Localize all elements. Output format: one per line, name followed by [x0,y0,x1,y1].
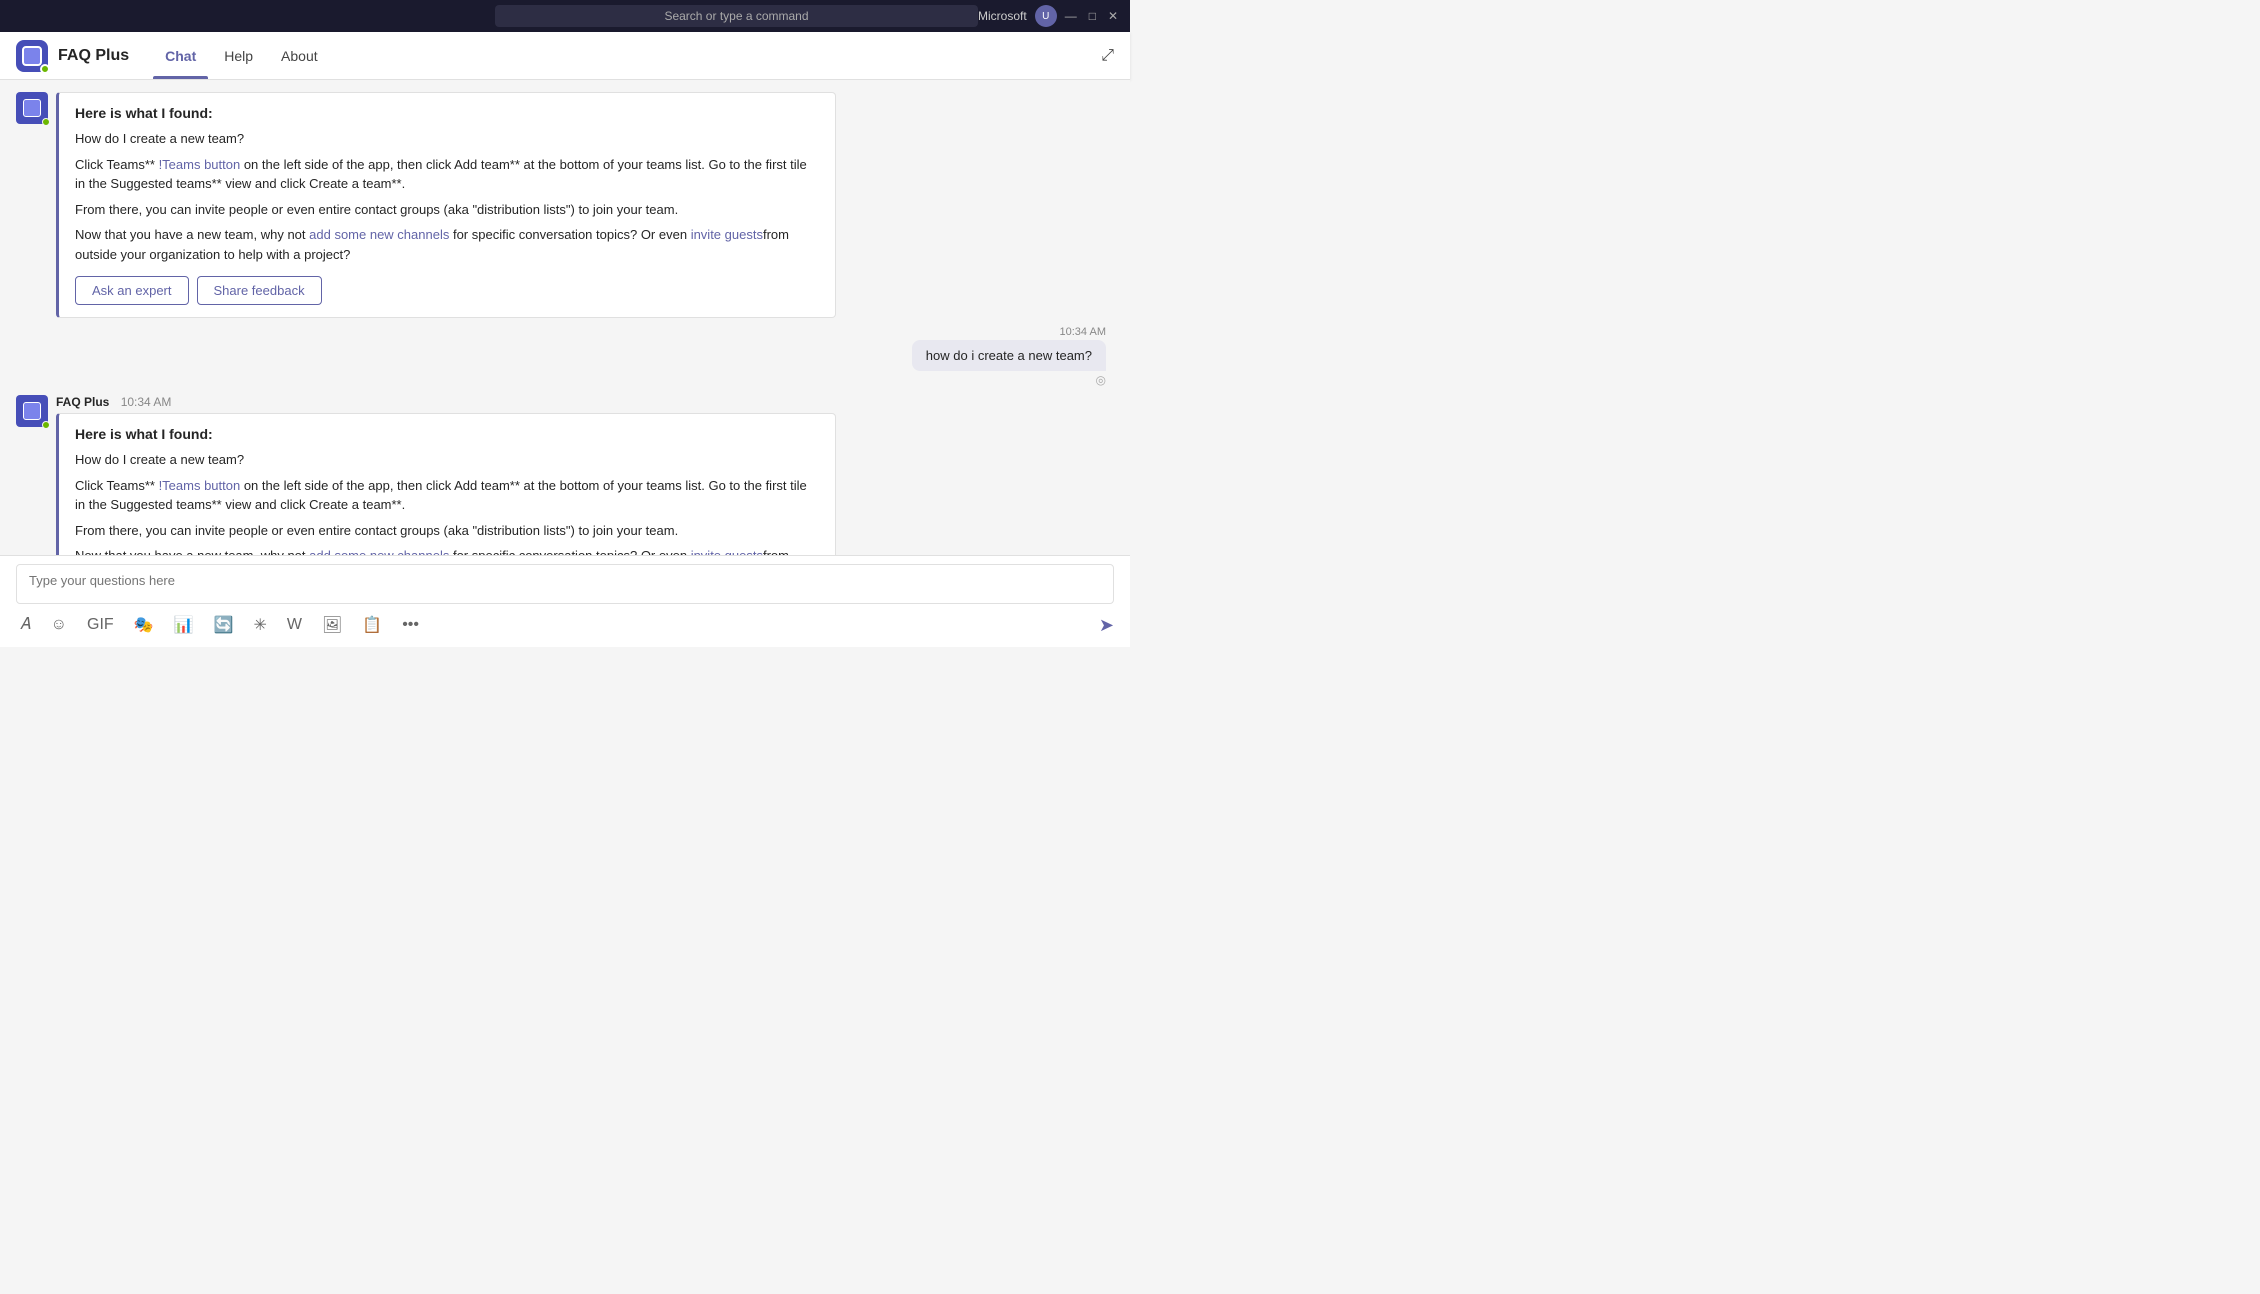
bot-avatar-inner-2 [23,402,41,420]
user-message-group: 10:34 AM how do i create a new team? ◎ [16,326,1114,387]
bot-name-label: FAQ Plus [56,395,109,409]
emoji-button[interactable]: ☺ [47,612,71,638]
message-heading-2: Here is what I found: [75,426,819,442]
app-header: FAQ Plus Chat Help About ⤢ [0,32,1130,80]
message-input[interactable] [16,564,1114,604]
ask-expert-button-1[interactable]: Ask an expert [75,276,189,305]
bot-online-dot-2 [42,421,50,429]
bot-avatar-1 [16,92,48,124]
message-actions-1: Ask an expert Share feedback [75,276,819,305]
chat-area: Here is what I found: How do I create a … [0,80,1130,647]
minimize-button[interactable]: — [1065,9,1077,23]
maximize-button[interactable]: □ [1089,9,1096,23]
message-body-2a: Click Teams** !Teams button on the left … [75,476,819,515]
gif-button[interactable]: GIF [83,612,118,638]
add-channels-link-1[interactable]: add some new channels [309,227,449,242]
message-body-1a: Click Teams** !Teams button on the left … [75,155,819,194]
message-heading-1: Here is what I found: [75,105,819,121]
share-feedback-button-1[interactable]: Share feedback [197,276,322,305]
user-bubble: how do i create a new team? [912,340,1106,371]
message-body-1b: From there, you can invite people or eve… [75,200,819,220]
schedule-button[interactable]: 📋 [358,611,386,639]
message-question-2: How do I create a new team? [75,450,819,470]
sticker-button[interactable]: 🎭 [130,611,158,639]
format-text-button[interactable]: 𝐴 [16,612,35,638]
window-controls[interactable]: — □ ✕ [1065,9,1118,23]
titlebar-right: Microsoft U — □ ✕ [978,5,1118,27]
invite-guests-link-2[interactable]: invite guests [691,548,763,555]
close-button[interactable]: ✕ [1108,9,1118,23]
account-name: Microsoft [978,9,1027,23]
input-area: 𝐴 ☺ GIF 🎭 📊 🔄 ✳ W 🖼 📋 ••• ➤ [0,555,1130,647]
bot-name-time-2: FAQ Plus 10:34 AM [56,395,836,409]
teams-button-link-2[interactable]: !Teams button [159,478,241,493]
chart-button[interactable]: 📊 [170,611,198,639]
nav-tabs: Chat Help About [153,32,330,79]
message-question-1: How do I create a new team? [75,129,819,149]
invite-guests-link-1[interactable]: invite guests [691,227,763,242]
bot-message-2: FAQ Plus 10:34 AM Here is what I found: … [16,395,836,555]
bot-message-content-2: FAQ Plus 10:34 AM Here is what I found: … [56,395,836,555]
bot-avatar-inner [23,99,41,117]
add-channels-link-2[interactable]: add some new channels [309,548,449,555]
online-indicator [40,64,50,74]
user-message-1: 10:34 AM how do i create a new team? ◎ [912,326,1106,387]
message-card-1: Here is what I found: How do I create a … [56,92,836,318]
send-button[interactable]: ➤ [1099,615,1114,636]
toolbar: 𝐴 ☺ GIF 🎭 📊 🔄 ✳ W 🖼 📋 ••• ➤ [16,607,1114,639]
user-text: how do i create a new team? [926,348,1092,363]
tab-about[interactable]: About [269,32,330,79]
bot-time-label: 10:34 AM [121,395,172,409]
search-text: Search or type a command [664,9,808,23]
bot-online-dot [42,118,50,126]
bot-message-content-1: Here is what I found: How do I create a … [56,92,836,318]
settings-button[interactable]: ✳ [249,611,270,639]
more-options-button[interactable]: ••• [398,612,423,638]
tab-help[interactable]: Help [212,32,265,79]
expand-icon[interactable]: ⤢ [1101,47,1114,64]
word-button[interactable]: W [283,612,306,638]
tab-chat[interactable]: Chat [153,32,208,79]
search-bar[interactable]: Search or type a command [495,5,978,27]
message-body-1c: Now that you have a new team, why not ad… [75,225,819,264]
message-body-2c: Now that you have a new team, why not ad… [75,546,819,555]
loop-button[interactable]: 🔄 [210,611,238,639]
header-right: ⤢ [1101,47,1114,65]
messages-container: Here is what I found: How do I create a … [0,80,1130,555]
titlebar: Search or type a command Microsoft U — □… [0,0,1130,32]
user-time: 10:34 AM [1060,326,1106,338]
app-logo [16,40,48,72]
message-card-2: Here is what I found: How do I create a … [56,413,836,555]
logo-inner [22,46,42,66]
teams-button-link-1[interactable]: !Teams button [159,157,241,172]
message-body-2b: From there, you can invite people or eve… [75,521,819,541]
image-button[interactable]: 🖼 [318,611,346,639]
bot-message-1: Here is what I found: How do I create a … [16,92,836,318]
user-status-icon: ◎ [1096,373,1106,387]
avatar[interactable]: U [1035,5,1057,27]
app-title: FAQ Plus [58,47,129,65]
bot-avatar-2 [16,395,48,427]
